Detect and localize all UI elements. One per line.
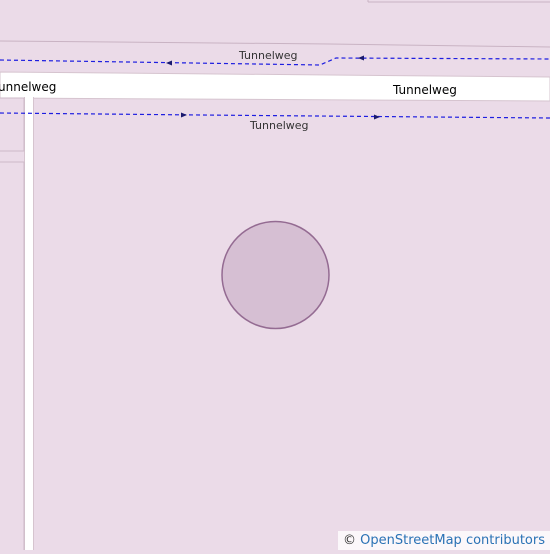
footpath-label-lower: Tunnelweg xyxy=(249,119,309,132)
map-attribution: © OpenStreetMap contributors xyxy=(338,531,550,550)
footpath-label-upper: Tunnelweg xyxy=(238,49,298,62)
road-label-left: unnelweg xyxy=(0,80,56,94)
road-tunnelweg[interactable] xyxy=(0,71,550,102)
left-block-top xyxy=(0,97,25,152)
map-canvas[interactable]: unnelweg Tunnelweg Tunnelweg Tunnelweg ©… xyxy=(0,0,550,553)
side-road[interactable] xyxy=(25,97,33,550)
map-svg: unnelweg Tunnelweg Tunnelweg Tunnelweg xyxy=(0,0,550,553)
attribution-link[interactable]: OpenStreetMap contributors xyxy=(360,533,545,548)
road-label-right: Tunnelweg xyxy=(392,83,457,97)
copyright-symbol: © xyxy=(343,533,357,548)
circular-area[interactable] xyxy=(221,220,330,330)
left-block-bottom xyxy=(0,161,25,553)
